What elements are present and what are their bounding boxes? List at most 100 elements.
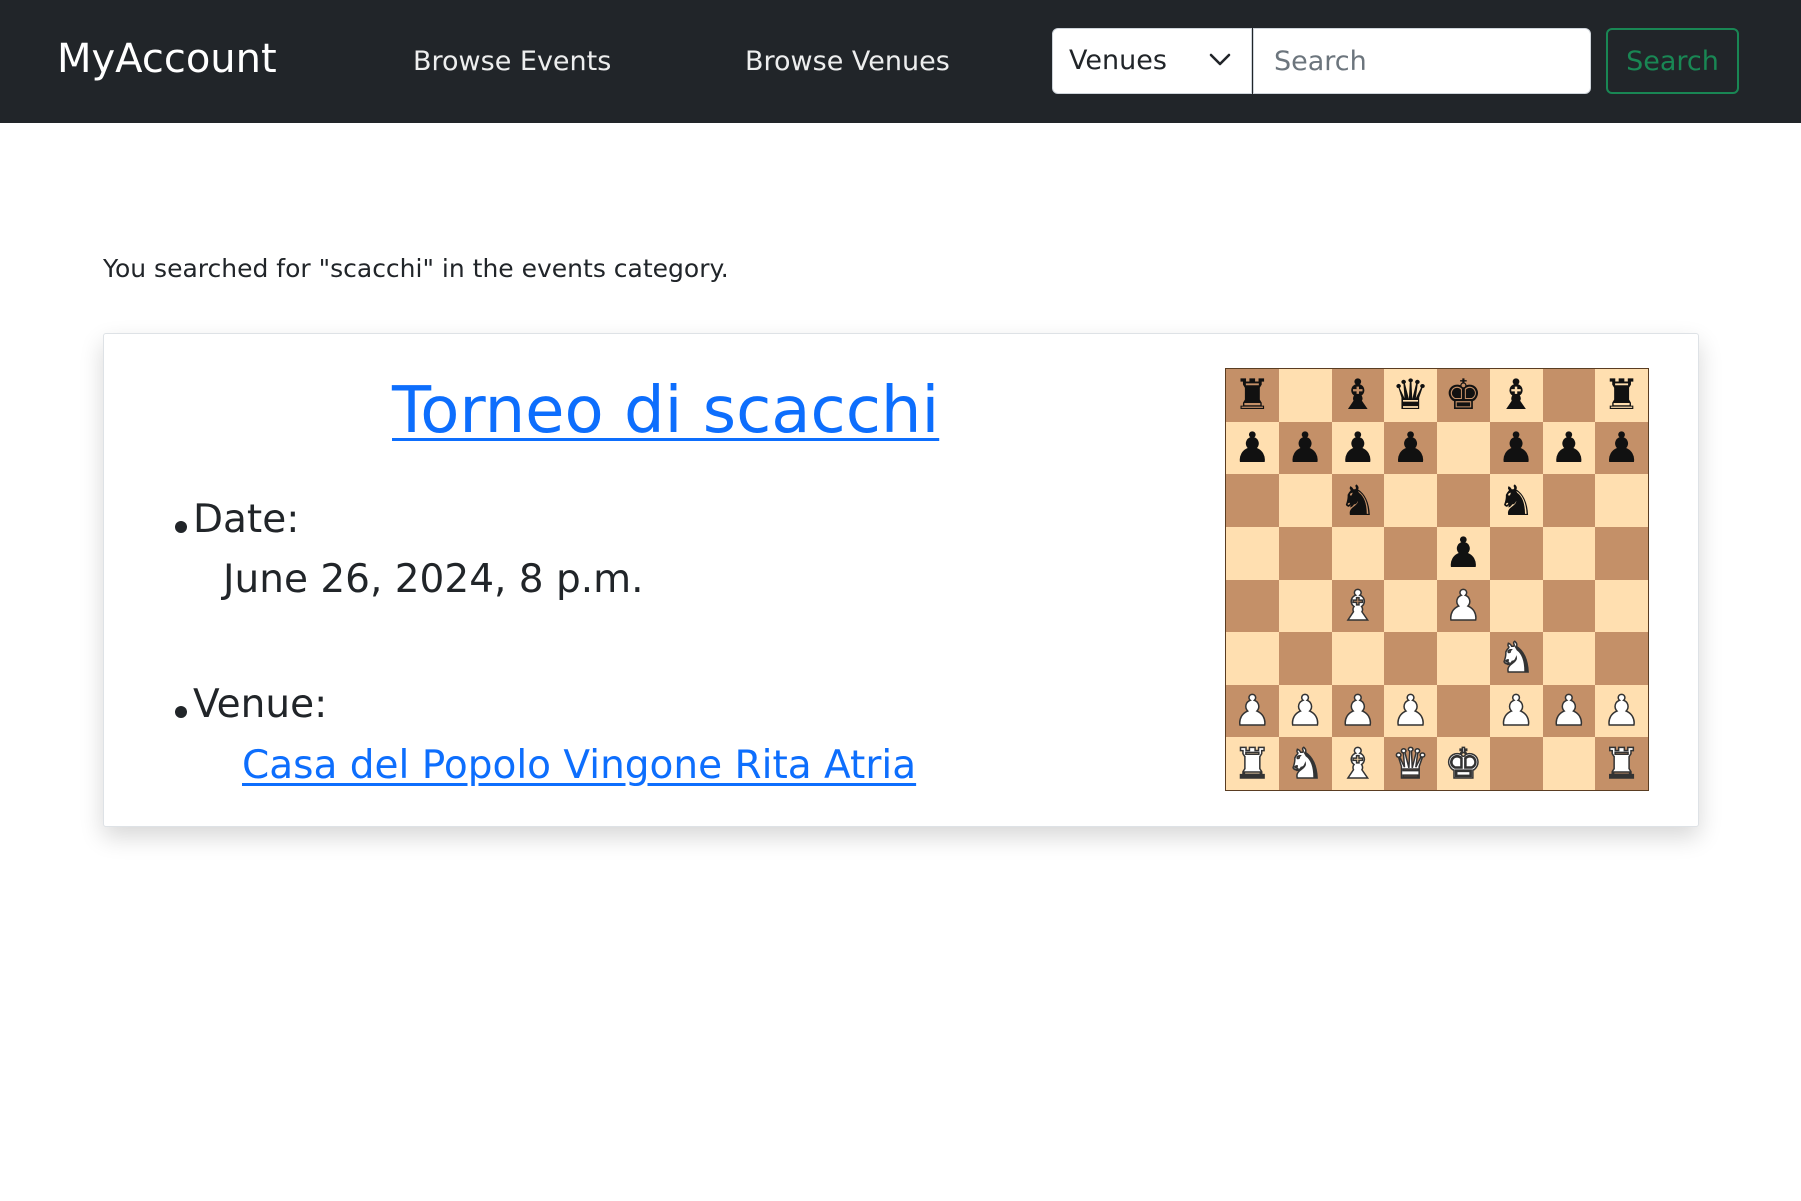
chess-square: ♛ [1384,737,1437,790]
chess-square: ♟ [1331,421,1385,475]
chevron-down-icon [1209,53,1231,66]
white-rook-icon: ♜ [1233,738,1272,788]
chess-square [1437,474,1490,527]
chess-square: ♜ [1595,737,1648,790]
event-date: June 26, 2024, 8 p.m. [223,557,644,602]
chess-square: ♞ [1331,474,1385,527]
chess-square: ♞ [1489,632,1543,685]
chess-square: ♟ [1489,684,1543,738]
white-rook-icon: ♜ [1602,738,1641,788]
chess-square [1595,579,1648,633]
white-knight-icon: ♞ [1286,738,1325,788]
chess-square: ♟ [1542,684,1596,738]
chess-square [1542,474,1596,527]
black-knight-icon: ♞ [1339,475,1377,525]
list-bullet [175,706,187,718]
black-rook-icon: ♜ [1602,370,1641,420]
chess-square [1489,737,1543,790]
chess-square: ♟ [1595,421,1648,475]
nav-browse-events[interactable]: Browse Events [413,46,611,77]
chess-square [1489,579,1543,633]
black-pawn-icon: ♟ [1233,422,1272,472]
chess-square: ♞ [1278,737,1332,790]
chess-square [1542,632,1596,685]
chess-square: ♝ [1331,579,1385,633]
chess-square [1278,369,1332,422]
chess-square [1384,526,1437,580]
chess-square: ♟ [1542,421,1596,475]
white-pawn-icon: ♟ [1338,686,1377,736]
chess-square [1595,474,1648,527]
search-button[interactable]: Search [1606,28,1739,94]
category-select-value: Venues [1069,45,1167,76]
chess-square [1226,474,1279,527]
chess-square [1226,579,1279,633]
list-bullet [175,521,187,533]
chess-square [1384,474,1437,527]
white-pawn-icon: ♟ [1497,686,1536,736]
chess-square [1542,737,1596,790]
chess-square [1595,632,1648,685]
venue-label: Venue: [193,682,328,727]
venue-link[interactable]: Casa del Popolo Vingone Rita Atria [242,743,916,788]
chess-square [1384,632,1437,685]
brand-link[interactable]: MyAccount [57,36,277,82]
chess-square [1331,526,1385,580]
chess-square: ♟ [1595,684,1648,738]
chess-square: ♟ [1437,579,1490,633]
black-pawn-icon: ♟ [1444,528,1483,578]
chess-square: ♟ [1226,421,1279,475]
chess-square: ♛ [1384,369,1437,422]
top-navbar: MyAccount Browse Events Browse Venues Ve… [0,0,1801,123]
white-bishop-icon: ♝ [1338,738,1377,788]
white-queen-icon: ♛ [1391,738,1430,788]
search-input[interactable] [1253,28,1591,94]
black-pawn-icon: ♟ [1497,422,1535,472]
nav-browse-venues[interactable]: Browse Venues [745,46,950,77]
chessboard-image: ♜ ♝ ♛ ♚ ♝ ♜ ♟ ♟ ♟ ♟ ♟ ♟ ♟ ♞ ♞ ♟ ♝ ♟ ♞ ♟ ♟ ♟ ♟ ♟ ♟ ♟ ♜ ♞ ♝ ♛ ♚ ♜ [1225,368,1649,791]
chess-square [1278,579,1332,633]
white-pawn-icon: ♟ [1444,580,1483,630]
black-bishop-icon: ♝ [1339,370,1377,420]
black-pawn-icon: ♟ [1391,422,1430,472]
black-rook-icon: ♜ [1233,370,1272,420]
chess-square [1595,526,1648,580]
chess-square [1278,526,1332,580]
chess-square: ♜ [1595,369,1648,422]
black-pawn-icon: ♟ [1339,422,1377,472]
chess-square [1384,579,1437,633]
chess-square [1278,474,1332,527]
chess-square [1226,526,1279,580]
chess-square [1437,632,1490,685]
white-king-icon: ♚ [1444,738,1483,788]
white-pawn-icon: ♟ [1286,686,1325,736]
chess-square: ♝ [1331,737,1385,790]
black-pawn-icon: ♟ [1602,422,1641,472]
event-title-link[interactable]: Torneo di scacchi [392,374,939,448]
black-knight-icon: ♞ [1497,475,1535,525]
white-knight-icon: ♞ [1497,633,1536,683]
chess-square [1278,632,1332,685]
chess-square [1542,526,1596,580]
black-pawn-icon: ♟ [1550,422,1588,472]
chess-square: ♞ [1489,474,1543,527]
white-bishop-icon: ♝ [1338,580,1377,630]
chess-square: ♟ [1437,526,1490,580]
category-select[interactable]: Venues [1052,28,1252,94]
black-pawn-icon: ♟ [1286,422,1324,472]
chess-square: ♟ [1331,684,1385,738]
chess-square: ♜ [1226,737,1279,790]
black-king-icon: ♚ [1444,370,1483,420]
chess-square: ♟ [1278,421,1332,475]
chess-square: ♟ [1489,421,1543,475]
chess-square [1226,632,1279,685]
chess-square: ♚ [1437,369,1490,422]
black-queen-icon: ♛ [1391,370,1430,420]
chess-square: ♟ [1226,684,1279,738]
chess-square [1437,421,1490,475]
search-query-summary: You searched for "scacchi" in the events… [103,254,729,283]
white-pawn-icon: ♟ [1233,686,1272,736]
chess-square: ♚ [1437,737,1490,790]
chess-square [1437,684,1490,738]
white-pawn-icon: ♟ [1549,686,1588,736]
